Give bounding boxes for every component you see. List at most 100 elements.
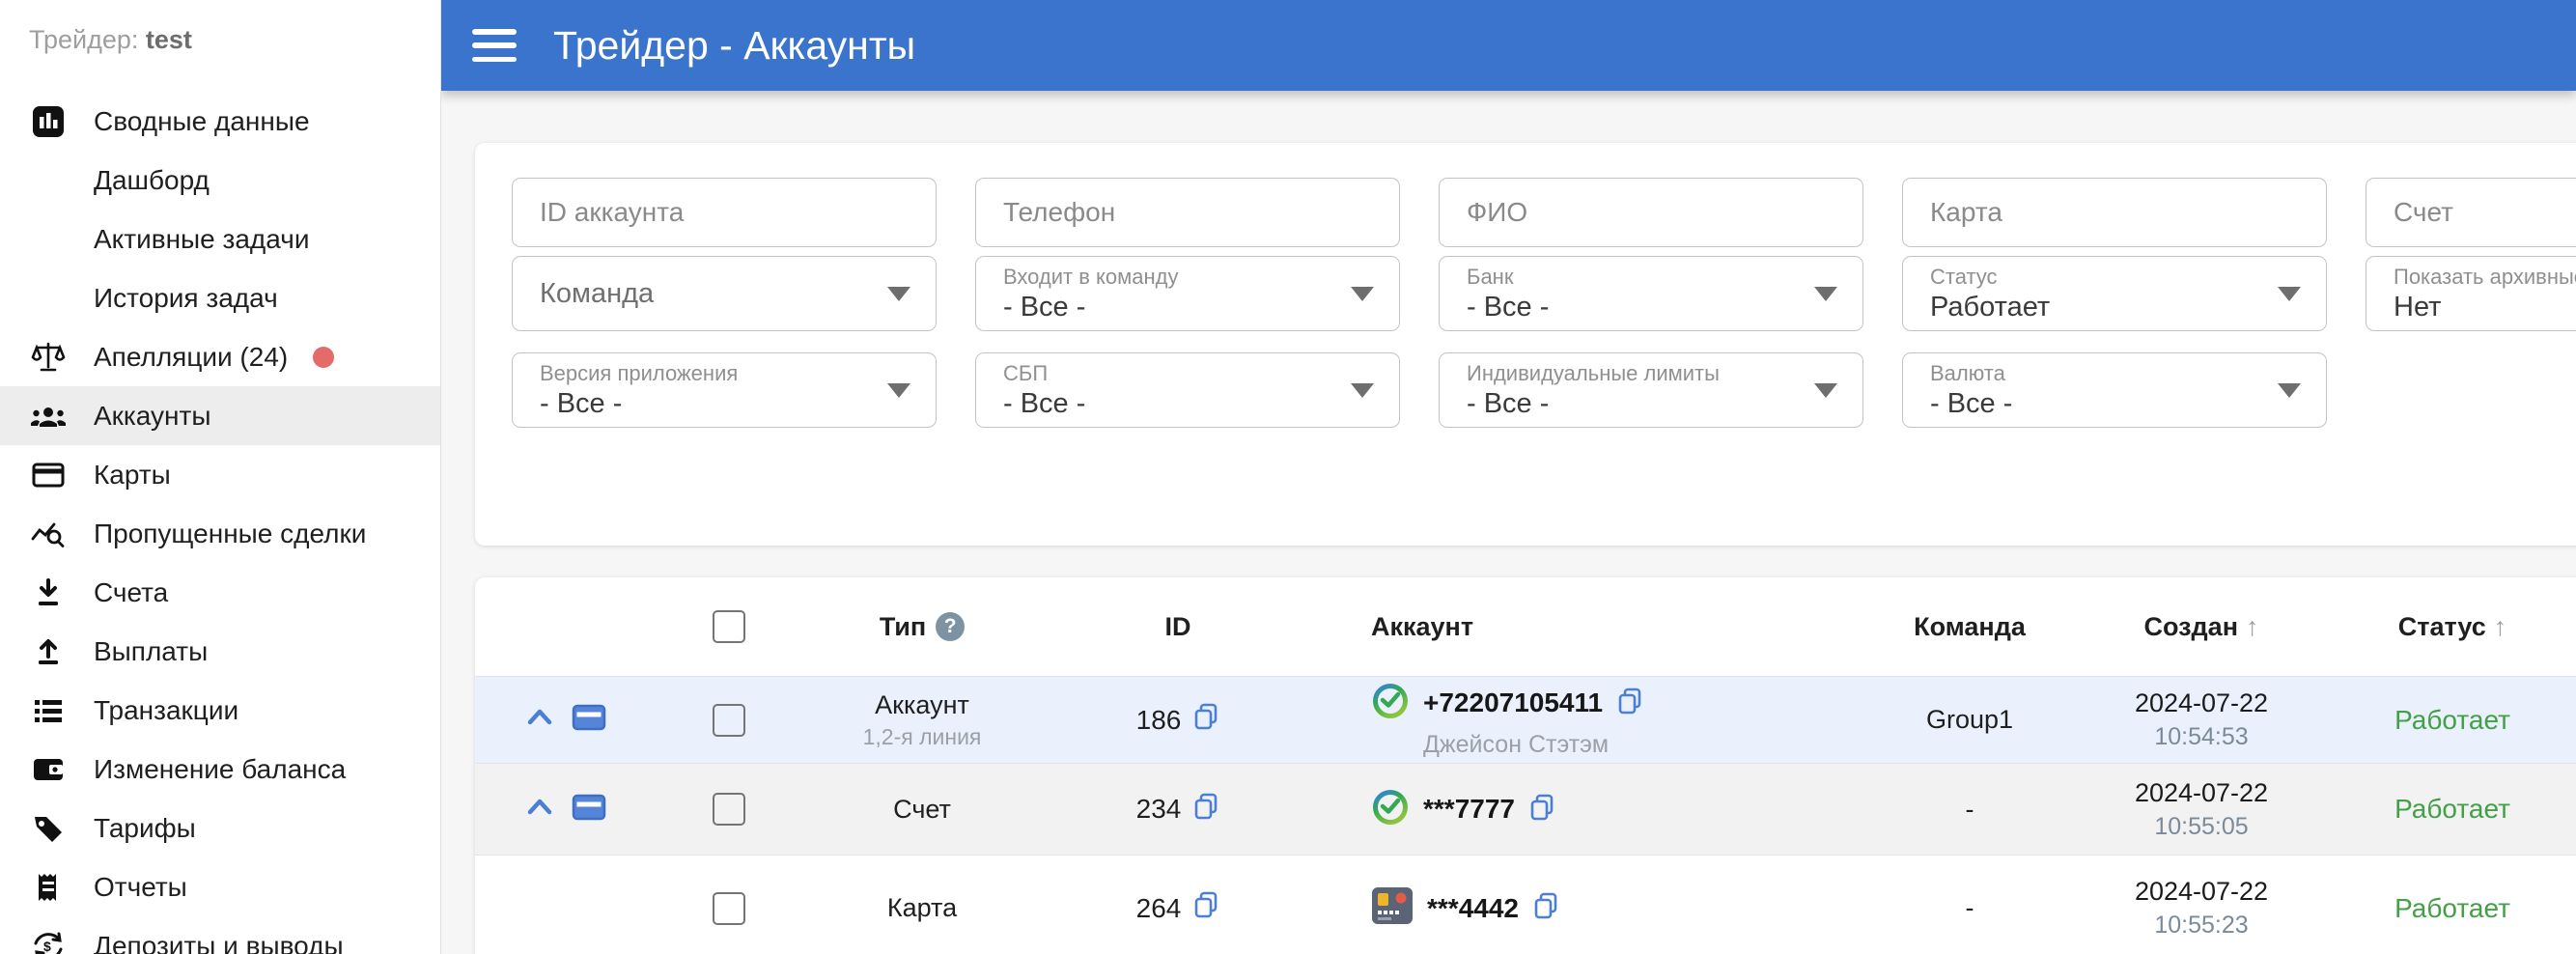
sidebar-item-payouts[interactable]: Выплаты: [0, 622, 440, 681]
select-value: - Все -: [1003, 292, 1086, 323]
chevron-down-icon: [887, 287, 910, 301]
row-type: Счет: [893, 794, 951, 824]
sidebar-menu: Сводные данные Дашборд Активные задачи И…: [0, 92, 440, 954]
individual-limits-select[interactable]: Индивидуальные лимиты - Все -: [1439, 352, 1863, 428]
table-row: Счет 234 ***7777 - 2024-07-22 10:55:05 Р…: [475, 763, 2576, 855]
bank-card-icon: [1371, 885, 1414, 931]
row-status: Работает: [2394, 794, 2510, 824]
collapse-row-icon[interactable]: [525, 797, 554, 823]
sidebar-item-reports[interactable]: Отчеты: [0, 857, 440, 916]
sidebar-item-accounts[interactable]: Аккаунты: [0, 386, 440, 445]
sidebar-item-deposits[interactable]: $ Депозиты и выводы: [0, 916, 440, 954]
copy-icon[interactable]: [1192, 792, 1219, 828]
row-account: +72207105411: [1423, 687, 1604, 717]
row-checkbox[interactable]: [713, 793, 745, 826]
select-value: Работает: [1930, 292, 2051, 323]
page-title: Трейдер - Аккаунты: [553, 22, 916, 68]
copy-icon[interactable]: [1528, 793, 1555, 827]
download-icon: [29, 574, 68, 612]
column-status-label: Статус: [2397, 611, 2486, 641]
row-type-sub: 1,2-я линия: [862, 723, 982, 749]
copy-icon[interactable]: [1192, 702, 1219, 738]
column-account: Аккаунт: [1371, 611, 1474, 641]
sidebar-item-summary[interactable]: Сводные данные: [0, 92, 440, 151]
row-checkbox[interactable]: [713, 703, 745, 737]
row-created-time: 10:55:05: [2154, 812, 2249, 840]
sidebar-item-active-tasks[interactable]: Активные задачи: [0, 210, 440, 268]
show-archived-select[interactable]: Показать архивные Нет: [2366, 256, 2576, 331]
filter-row-1: [512, 178, 2576, 247]
filter-row-3: Версия приложения - Все - СБП - Все - Ин…: [512, 352, 2576, 428]
copy-icon[interactable]: [1616, 687, 1643, 720]
invoice-input[interactable]: [2366, 178, 2576, 247]
row-created-date: 2024-07-22: [2134, 688, 2269, 717]
collapse-row-icon[interactable]: [525, 707, 554, 733]
sidebar-item-transactions[interactable]: Транзакции: [0, 681, 440, 740]
copy-icon[interactable]: [1192, 890, 1219, 926]
row-id: 186: [1135, 704, 1182, 735]
notification-dot: [313, 346, 335, 368]
fio-input[interactable]: [1439, 178, 1863, 247]
bar-chart-icon: [29, 102, 68, 141]
copy-icon[interactable]: [1532, 891, 1559, 925]
filters-panel: Команда Входит в команду - Все - Банк - …: [475, 143, 2576, 546]
app-bar: Трейдер - Аккаунты: [441, 0, 2576, 91]
row-team: -: [1965, 794, 1974, 824]
sidebar-item-dashboard[interactable]: Дашборд: [0, 151, 440, 210]
sidebar-item-cards[interactable]: Карты: [0, 445, 440, 504]
account-id-input[interactable]: [512, 178, 937, 247]
row-created-time: 10:55:23: [2154, 912, 2249, 939]
menu-icon[interactable]: [472, 29, 517, 62]
sidebar-item-invoices[interactable]: Счета: [0, 563, 440, 622]
column-team: Команда: [1914, 611, 2026, 641]
select-value: - Все -: [1930, 388, 2013, 419]
sidebar-item-task-history[interactable]: История задач: [0, 268, 440, 327]
team-select[interactable]: Команда: [512, 256, 937, 331]
column-created[interactable]: Создан ↑: [2086, 612, 2317, 642]
in-team-select[interactable]: Входит в команду - Все -: [975, 256, 1400, 331]
select-value: Нет: [2394, 292, 2442, 323]
sidebar-item-label: Транзакции: [94, 694, 239, 725]
sidebar-item-label: Депозиты и выводы: [94, 930, 344, 954]
sidebar-item-appeals[interactable]: Апелляции (24): [0, 327, 440, 386]
accounts-table: Тип ? ID Аккаунт Команда Создан ↑ Статус…: [475, 577, 2576, 954]
sidebar-item-label: История задач: [94, 282, 278, 313]
sbp-select[interactable]: СБП - Все -: [975, 352, 1400, 428]
linked-card-icon[interactable]: [572, 703, 606, 737]
row-status: Работает: [2394, 704, 2510, 735]
currency-select[interactable]: Валюта - Все -: [1902, 352, 2327, 428]
select-label: Версия приложения: [540, 361, 739, 385]
sidebar-item-label: Сводные данные: [94, 105, 310, 136]
main-area: Трейдер - Аккаунты Команда Входит в кома…: [441, 0, 2576, 954]
upload-icon: [29, 632, 68, 671]
bank-select[interactable]: Банк - Все -: [1439, 256, 1863, 331]
row-created-date: 2024-07-22: [2134, 777, 2269, 807]
linked-card-icon[interactable]: [572, 793, 606, 827]
sidebar-item-label: Пропущенные сделки: [94, 518, 367, 548]
column-id: ID: [1164, 611, 1191, 641]
select-all-checkbox[interactable]: [713, 610, 745, 643]
status-select[interactable]: Статус Работает: [1902, 256, 2327, 331]
app-version-select[interactable]: Версия приложения - Все -: [512, 352, 937, 428]
select-value: - Все -: [1467, 388, 1550, 419]
sidebar-item-label: Апелляции (24): [94, 341, 289, 372]
chevron-down-icon: [2278, 287, 2301, 301]
phone-input[interactable]: [975, 178, 1400, 247]
sidebar-item-label: Счета: [94, 576, 169, 607]
wallet-icon: [29, 750, 68, 789]
select-label: Статус: [1930, 265, 1998, 289]
sidebar-item-tariffs[interactable]: Тарифы: [0, 799, 440, 857]
card-input[interactable]: [1902, 178, 2327, 247]
column-status[interactable]: Статус ↑: [2317, 612, 2576, 642]
sidebar-item-balance-change[interactable]: Изменение баланса: [0, 740, 440, 799]
sidebar-item-label: Карты: [94, 459, 171, 490]
chevron-down-icon: [1814, 383, 1837, 398]
row-checkbox[interactable]: [713, 891, 745, 925]
row-account-holder: Джейсон Стэтэм: [1423, 730, 1610, 758]
filter-row-2: Команда Входит в команду - Все - Банк - …: [512, 256, 2576, 331]
chevron-down-icon: [1351, 383, 1374, 398]
help-icon[interactable]: ?: [936, 612, 966, 641]
chevron-down-icon: [1814, 287, 1837, 301]
sidebar-item-missed-deals[interactable]: Пропущенные сделки: [0, 504, 440, 563]
chevron-down-icon: [2278, 383, 2301, 398]
